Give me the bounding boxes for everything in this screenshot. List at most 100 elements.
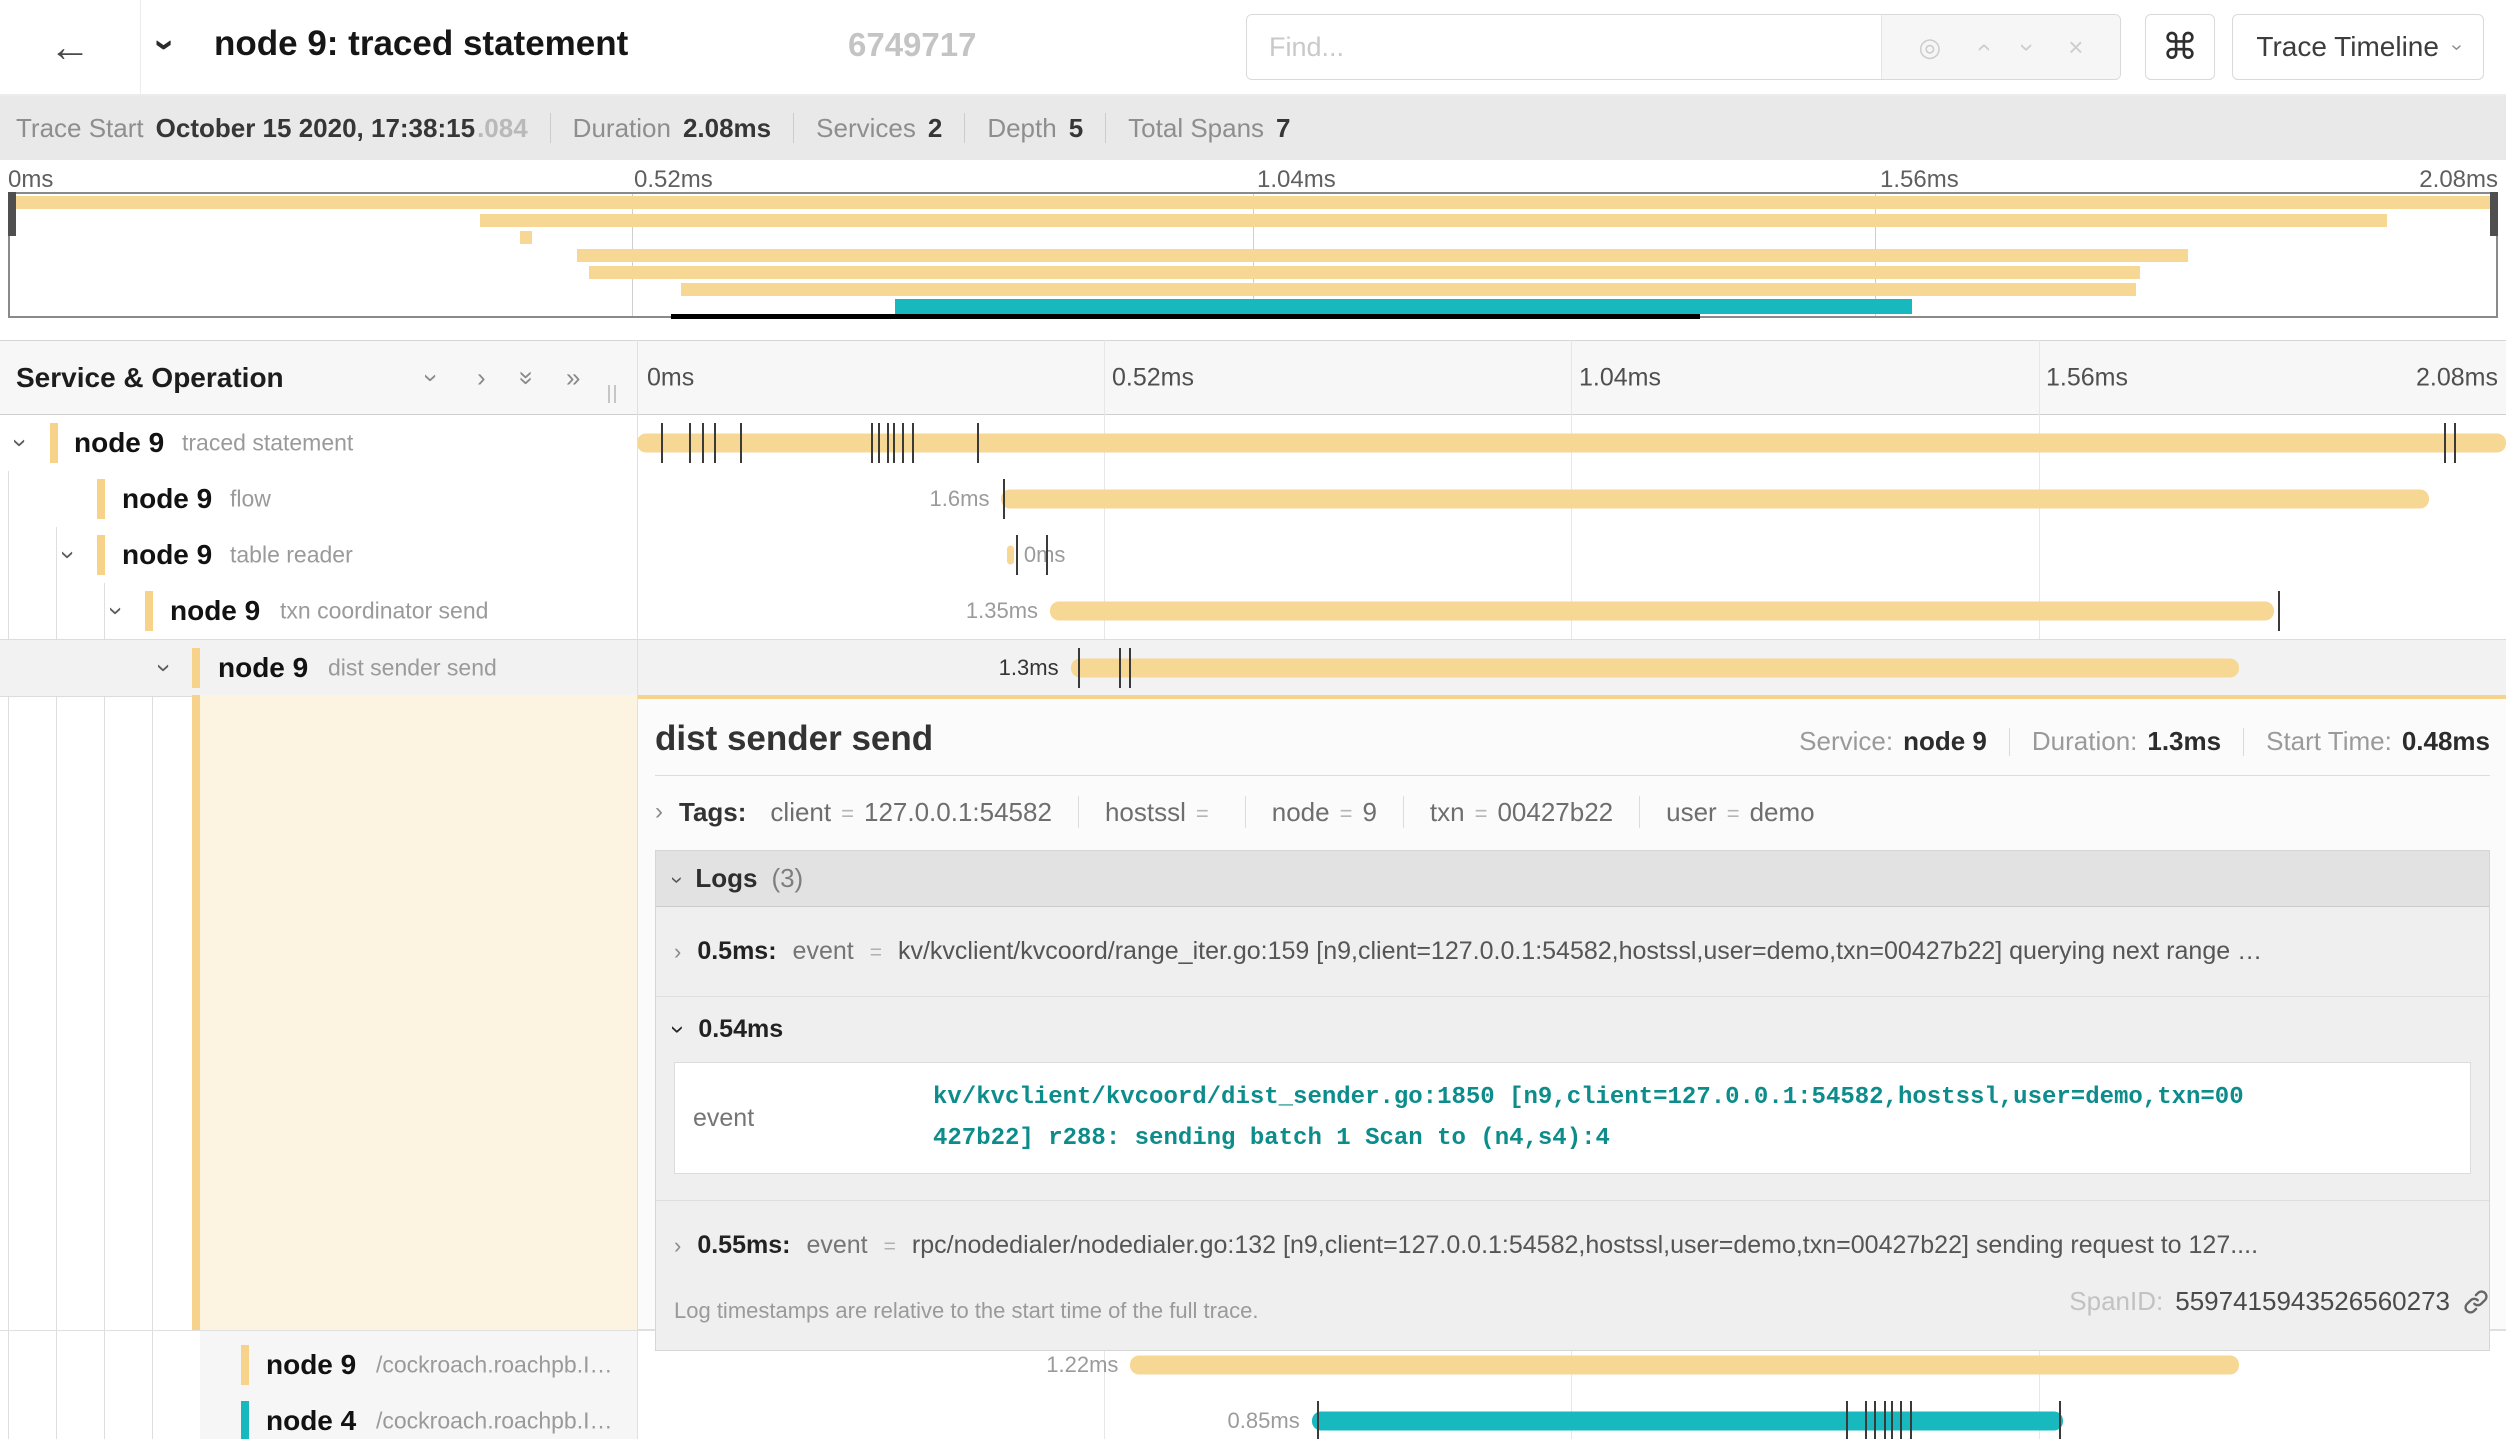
trace-info-bar: Trace Start October 15 2020, 17:38:15 .0… [0,96,2506,160]
page-title: node 9: traced statement [214,24,628,64]
span-duration-label: 1.22ms [1046,1352,1118,1378]
logs-header[interactable]: › Logs (3) [656,851,2489,907]
span-row-flow[interactable]: node 9 flow 1.6ms [0,471,2506,527]
trace-services: Services 2 [816,113,942,144]
log-entry-1[interactable]: › 0.5ms: event = kv/kvclient/kvcoord/ran… [656,907,2489,997]
row-collapse-chevron-icon[interactable]: › [16,428,25,459]
log-entry-2-header[interactable]: › 0.54ms [674,1015,2471,1044]
log-marker-tick [912,423,914,463]
column-resizer-grip[interactable] [608,385,616,403]
span-color-bar [241,1345,249,1385]
span-bar[interactable] [1312,1412,2063,1431]
keyboard-shortcuts-button[interactable]: ⌘ [2145,14,2215,80]
span-row-txn-coordinator-send[interactable]: › node 9 txn coordinator send 1.35ms [0,583,2506,639]
log-expand-chevron-icon: › [674,1233,681,1259]
timeline-tick: 1.56ms [2046,363,2128,392]
log-marker-tick [1891,1401,1893,1439]
span-row-roachpb-node4[interactable]: node 4 /cockroach.roachpb.I… 0.85ms [0,1393,2506,1439]
timeline-tick: 2.08ms [2416,363,2498,392]
trace-collapse-chevron-icon[interactable]: › [160,24,172,66]
span-service: node 9 [122,539,212,571]
row-collapse-chevron-icon[interactable]: › [160,653,169,684]
command-icon: ⌘ [2162,26,2198,68]
timeline-tick: 0.52ms [1112,363,1194,392]
span-duration-label: 0ms [1024,542,1066,568]
tags-row[interactable]: › Tags: client=127.0.0.1:54582 hostssl= … [655,796,2490,828]
log-marker-tick [1865,1401,1867,1439]
log-marker-tick [902,423,904,463]
find-input[interactable] [1247,15,1881,79]
span-bar[interactable] [1001,490,2429,509]
span-bar[interactable] [1071,659,2239,678]
minimap-tick: 0ms [8,166,53,194]
span-service: node 9 [218,652,308,684]
minimap-right-handle[interactable] [2490,192,2498,236]
trace-id: 6749717 [848,26,976,64]
span-id-value: 5597415943526560273 [2175,1286,2450,1317]
row-collapse-chevron-icon[interactable]: › [64,540,73,571]
minimap-canvas[interactable] [8,192,2498,318]
minimap-bar [480,214,2387,227]
find-clear-icon[interactable]: × [2068,32,2083,63]
span-bar[interactable] [637,434,2506,453]
find-group: ◎ › › × [1246,14,2121,80]
span-bar[interactable] [1130,1356,2238,1375]
collapse-one-icon[interactable]: › [427,362,436,393]
span-service: node 9 [170,595,260,627]
span-operation: dist sender send [328,655,497,682]
view-selector-button[interactable]: Trace Timeline › [2232,14,2484,80]
find-prev-icon[interactable]: › [1967,43,1998,52]
tag-hostssl: hostssl= [1105,797,1219,828]
timeline-column-header: Service & Operation › › » » 0ms 0.52ms 1… [0,340,2506,415]
log-entry-2-table: event kv/kvclient/kvcoord/dist_sender.go… [674,1062,2471,1174]
span-duration-label: 0.85ms [1228,1408,1300,1434]
row-collapse-chevron-icon[interactable]: › [112,596,121,627]
back-arrow-icon: ← [49,23,91,71]
log-entry-3[interactable]: › 0.55ms: event = rpc/nodedialer/nodedia… [656,1201,2489,1290]
log-field-value: kv/kvclient/kvcoord/dist_sender.go:1850 … [933,1077,2244,1159]
span-operation: /cockroach.roachpb.I… [376,1408,613,1435]
minimap-left-handle[interactable] [8,192,16,236]
log-marker-tick [2454,423,2456,463]
expand-all-icon[interactable]: » [566,362,580,393]
span-operation: flow [230,486,271,513]
span-row-traced-statement[interactable]: › node 9 traced statement [0,415,2506,471]
back-button[interactable]: ← [0,0,141,94]
trace-duration: Duration 2.08ms [573,113,771,144]
logs-accordion: › Logs (3) › 0.5ms: event = kv/kvclient/… [655,850,2490,1351]
log-entry-2: › 0.54ms event kv/kvclient/kvcoord/dist_… [656,997,2489,1201]
span-bar[interactable] [1050,602,2274,621]
log-marker-tick [1003,479,1005,519]
tags-expand-chevron-icon[interactable]: › [655,798,663,826]
span-row-dist-sender-send[interactable]: › node 9 dist sender send 1.3ms [0,639,2506,697]
service-operation-header: Service & Operation [16,362,284,394]
logs-collapse-chevron-icon: › [665,876,691,883]
span-color-accent [637,695,2506,699]
minimap-scrubber[interactable] [671,314,1700,319]
expand-one-icon[interactable]: › [477,362,486,393]
minimap-tick: 1.04ms [1257,166,1336,194]
log-marker-tick [977,423,979,463]
log-marker-tick [887,423,889,463]
span-operation: txn coordinator send [280,598,488,625]
log-marker-tick [1129,648,1131,688]
log-marker-tick [1900,1401,1902,1439]
span-row-table-reader[interactable]: › node 9 table reader 0ms [0,527,2506,583]
log-expand-chevron-icon: › [674,939,681,965]
link-icon[interactable] [2462,1288,2490,1316]
span-detail-left-fill [200,695,637,1330]
log-marker-tick [1317,1401,1319,1439]
log-marker-tick [878,423,880,463]
column-divider[interactable] [637,340,638,1439]
collapse-all-icon[interactable]: » [520,362,534,393]
find-next-icon[interactable]: › [2012,43,2043,52]
locate-icon[interactable]: ◎ [1919,32,1942,63]
tag-txn: txn=00427b22 [1430,797,1613,828]
span-bar[interactable] [1007,546,1014,565]
span-color-bar [241,1401,249,1439]
detail-start-time: Start Time:0.48ms [2266,726,2490,757]
log-marker-tick [1846,1401,1848,1439]
trace-minimap: 0ms 0.52ms 1.04ms 1.56ms 2.08ms [0,160,2506,340]
logs-count: (3) [771,863,803,894]
span-color-bar [50,423,58,463]
